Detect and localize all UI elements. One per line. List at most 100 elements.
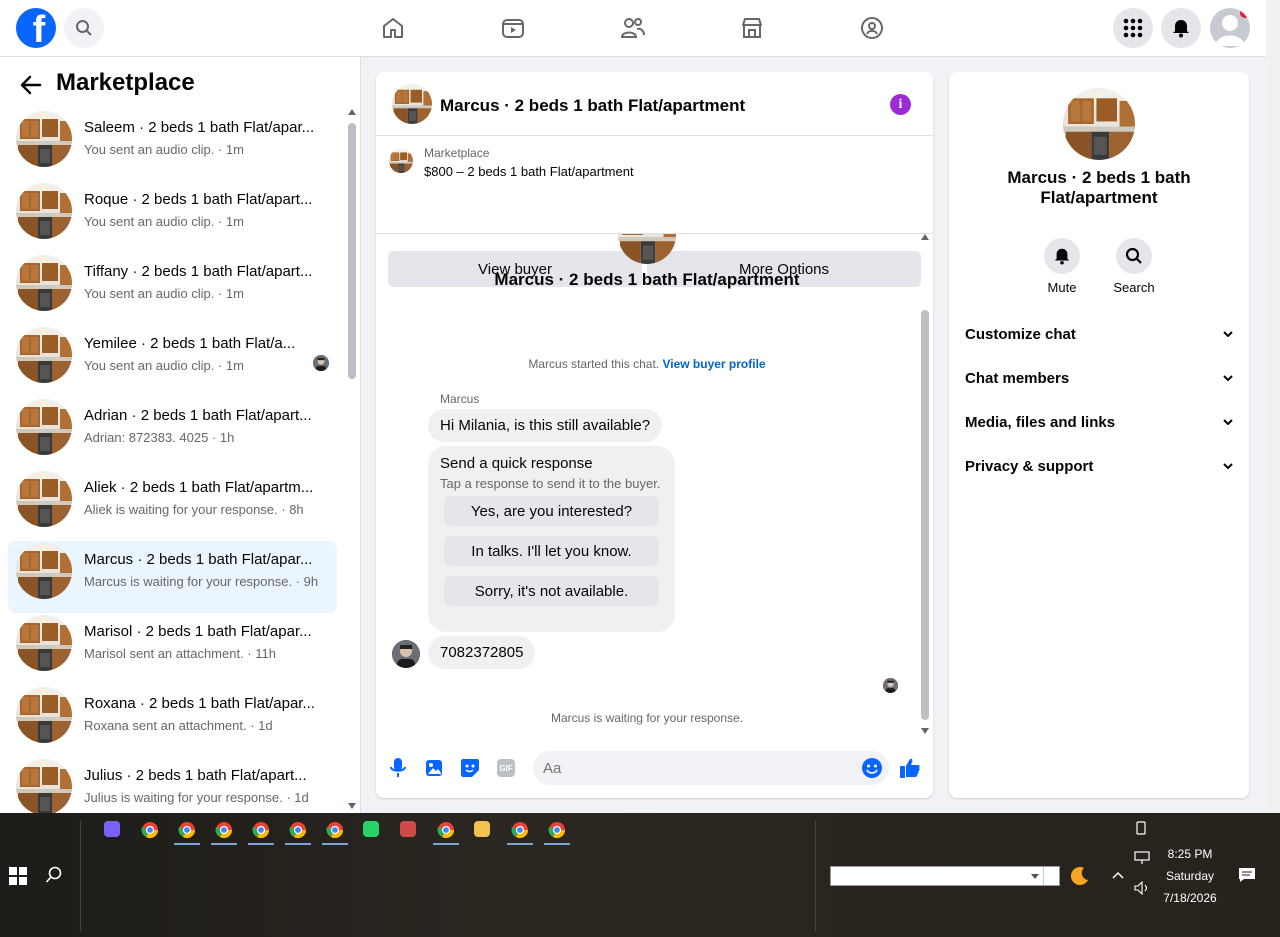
chrome-icon[interactable] [437,821,455,839]
app-icon[interactable] [400,821,418,839]
scroll-down-arrow[interactable] [348,803,356,809]
thread-scroll-down-arrow[interactable] [921,728,929,734]
message-sender: Marcus [440,392,480,406]
whatsapp-icon[interactable] [363,821,381,839]
marketplace-icon [742,18,762,38]
device-icon[interactable] [1134,821,1148,835]
chrome-icon[interactable] [289,821,307,839]
thread-scroll-thumb[interactable] [921,310,929,720]
view-buyer-profile-link[interactable]: View buyer profile [662,357,765,371]
chrome-icon[interactable] [141,821,159,839]
message-bubble-phone[interactable]: 7082372805 [428,636,536,669]
microphone-icon [390,758,406,777]
clock-day[interactable]: Saturday [1160,869,1220,883]
customize-chat-row[interactable]: Customize chat [965,322,1233,346]
chrome-icon[interactable] [511,821,529,839]
sender-avatar[interactable] [392,640,420,668]
network-icon[interactable] [1134,851,1150,865]
taskbar-address-box[interactable] [830,866,1060,886]
taskbar-search-icon[interactable] [45,866,63,884]
account-avatar[interactable] [1210,8,1250,48]
refresh-icon[interactable] [1043,867,1059,885]
conversation-item[interactable]: Marcus · 2 beds 1 bath Flat/apar... Marcu… [8,541,337,613]
conversation-preview: You sent an audio clip. · 1m [84,286,244,301]
chrome-icon[interactable] [178,821,196,839]
notifications-button[interactable] [1161,8,1201,48]
listing-thumbnail[interactable] [389,149,413,173]
chat-members-row[interactable]: Chat members [965,366,1233,390]
info-icon[interactable]: i [890,94,911,115]
volume-icon[interactable] [1134,881,1150,895]
conversation-title: Julius · 2 beds 1 bath Flat/apart... [84,767,307,784]
copilot-icon[interactable] [104,821,122,839]
running-app-indicator [322,843,348,845]
nav-home[interactable] [378,13,408,43]
conversation-title: Marcus · 2 beds 1 bath Flat/apar... [84,551,313,568]
quick-response-title: Send a quick response [440,455,593,472]
sticker-button[interactable] [458,756,482,780]
chat-header-avatar[interactable] [392,84,432,124]
conversation-preview: Adrian: 872383. 4025 · 1h [84,430,235,445]
conversation-item[interactable]: Tiffany · 2 beds 1 bath Flat/apart... You… [8,253,337,325]
conversation-title: Adrian · 2 beds 1 bath Flat/apart... [84,407,312,424]
scroll-thumb[interactable] [348,123,356,379]
like-button[interactable] [898,756,922,780]
clock-date[interactable]: 7/18/2026 [1160,891,1220,905]
groups-icon [861,17,883,39]
back-arrow-icon[interactable] [20,75,42,95]
message-composer: GIF [376,746,933,790]
message-bubble[interactable]: Hi Milania, is this still available? [428,409,663,442]
search-button[interactable] [64,8,104,48]
windows-start-icon[interactable] [9,867,27,885]
listing-title[interactable]: $800 – 2 beds 1 bath Flat/apartment [424,164,634,179]
quick-response-yes[interactable]: Yes, are you interested? [444,496,659,526]
action-center-icon[interactable] [1238,867,1256,883]
search-conversation-button[interactable]: Search [1104,238,1164,295]
conversation-list-scrollbar[interactable] [345,109,359,809]
night-light-icon[interactable] [1070,866,1090,886]
quick-response-in-talks[interactable]: In talks. I'll let you know. [444,536,659,566]
conversation-item[interactable]: Marisol · 2 beds 1 bath Flat/apar... Mari… [8,613,337,685]
menu-button[interactable] [1113,8,1153,48]
message-input[interactable] [543,751,843,785]
message-thread-scrollbar[interactable] [918,234,932,734]
chat-started-notice: Marcus started this chat. View buyer pro… [376,357,918,371]
chrome-icon[interactable] [548,821,566,839]
conversation-thumbnail [16,759,72,815]
attach-photo-button[interactable] [422,756,446,780]
conversation-title: Tiffany · 2 beds 1 bath Flat/apart... [84,263,313,280]
quick-response-not-available[interactable]: Sorry, it's not available. [444,576,659,606]
seen-indicator-avatar [883,678,898,693]
scroll-up-arrow[interactable] [348,109,356,115]
nav-watch[interactable] [498,13,528,43]
thread-scroll-up-arrow[interactable] [921,234,929,240]
photo-icon [426,760,442,776]
clock-time[interactable]: 8:25 PM [1160,847,1220,861]
conversation-item[interactable]: Roque · 2 beds 1 bath Flat/apart... You s… [8,181,337,253]
nav-friends[interactable] [618,13,648,43]
mute-button[interactable]: Mute [1032,238,1092,295]
chrome-icon[interactable] [252,821,270,839]
conversation-item[interactable]: Roxana · 2 beds 1 bath Flat/apar... Roxan… [8,685,337,757]
conversation-item[interactable]: Yemilee · 2 beds 1 bath Flat/a... You sen… [8,325,337,397]
conversation-item[interactable]: Adrian · 2 beds 1 bath Flat/apart... Adri… [8,397,337,469]
gif-button[interactable]: GIF [494,756,518,780]
nav-groups[interactable] [857,13,887,43]
page-scrollbar[interactable] [1266,0,1280,813]
voice-clip-button[interactable] [386,756,410,780]
conversation-item[interactable]: Aliek · 2 beds 1 bath Flat/apartm... Alie… [8,469,337,541]
facebook-logo[interactable]: f [16,8,56,48]
chat-header-title[interactable]: Marcus · 2 beds 1 bath Flat/apartment [440,96,745,116]
emoji-button[interactable] [861,757,883,779]
notifications-icon [1173,20,1189,38]
privacy-support-row[interactable]: Privacy & support [965,454,1233,478]
file-explorer-icon[interactable] [474,821,492,839]
media-files-links-row[interactable]: Media, files and links [965,410,1233,434]
conversation-item[interactable]: Saleem · 2 beds 1 bath Flat/apar... You s… [8,109,337,181]
running-app-indicator [174,843,200,845]
dropdown-arrow-icon[interactable] [1031,874,1039,879]
chrome-icon[interactable] [215,821,233,839]
nav-marketplace[interactable] [737,13,767,43]
chevron-up-icon[interactable] [1112,871,1124,879]
chrome-icon[interactable] [326,821,344,839]
